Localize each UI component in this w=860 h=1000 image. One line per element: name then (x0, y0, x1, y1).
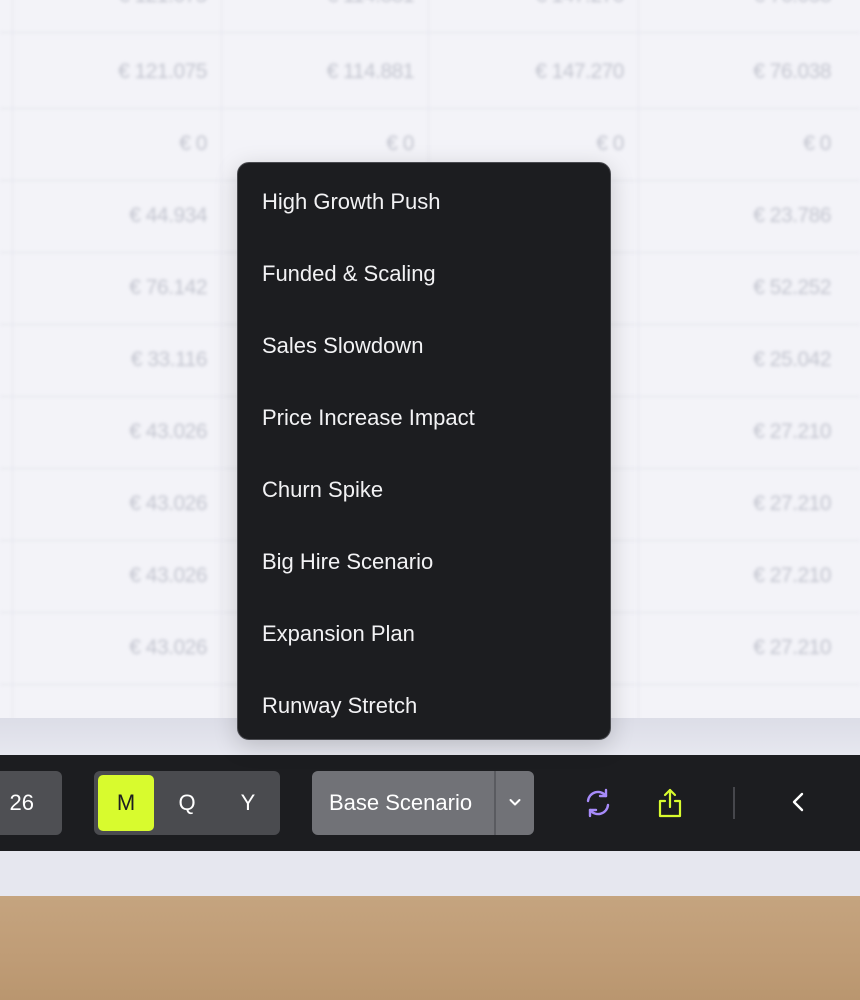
desk-surface (0, 896, 860, 1000)
period-toggle-group: M Q Y (94, 771, 280, 835)
table-cell: € 147.270 (535, 60, 624, 83)
table-cell: € 121.075 (118, 60, 207, 83)
table-cell: € 114.881 (326, 60, 415, 83)
scenario-option[interactable]: High Growth Push (262, 166, 441, 238)
table-cell: € 33.116 (130, 348, 208, 371)
scenario-option[interactable]: Runway Stretch (262, 670, 417, 742)
scenario-option[interactable]: Big Hire Scenario (262, 526, 433, 598)
scenario-option[interactable]: Expansion Plan (262, 598, 415, 670)
table-cell: € 43.026 (129, 564, 207, 587)
share-icon[interactable] (654, 785, 686, 821)
table-cell: € 121.075 (12, 0, 207, 32)
table-cell: € 76.142 (129, 276, 207, 299)
scenario-option[interactable]: Sales Slowdown (262, 310, 423, 382)
refresh-icon[interactable] (582, 785, 614, 821)
table-cell: € 23.786 (753, 204, 831, 227)
scenario-select[interactable]: Base Scenario (312, 771, 534, 835)
table-cell: € 27.210 (753, 420, 831, 443)
chevron-down-icon[interactable] (496, 771, 534, 835)
page-bottom-area (0, 851, 860, 896)
period-quarter-button[interactable]: Q (159, 775, 215, 831)
table-cell: € 76.038 (753, 60, 831, 83)
table-cell: € 25.042 (753, 348, 831, 371)
table-cell: € 43.026 (129, 492, 207, 515)
table-cell: € 27.210 (753, 564, 831, 587)
table-cell: € 44.934 (129, 204, 207, 227)
table-cell: € 43.026 (129, 420, 207, 443)
period-year-button[interactable]: Y (220, 775, 276, 831)
table-cell: € 76.038 (638, 0, 831, 32)
table-cell: € 114.881 (221, 0, 415, 32)
scenario-select-label: Base Scenario (329, 790, 473, 815)
chevron-left-icon[interactable] (782, 785, 814, 821)
table-row: € 121.075 € 114.881 € 147.270 € 76.038 (0, 0, 860, 33)
year-selector[interactable]: 26 (0, 771, 62, 835)
table-row: € 121.075 € 114.881 € 147.270 € 76.038 (0, 36, 860, 109)
table-cell: € 147.270 (428, 0, 624, 32)
toolbar-divider (733, 787, 735, 819)
period-month-button[interactable]: M (98, 775, 154, 831)
table-cell: € 27.210 (753, 636, 831, 659)
scenario-dropdown-menu: High Growth Push Funded & Scaling Sales … (237, 162, 611, 740)
scenario-option[interactable]: Price Increase Impact (262, 382, 475, 454)
scenario-option[interactable]: Churn Spike (262, 454, 383, 526)
table-cell: € 0 (803, 132, 831, 155)
table-cell: € 27.210 (753, 492, 831, 515)
table-cell: € 52.252 (753, 276, 831, 299)
table-cell: € 0 (179, 132, 207, 155)
bottom-toolbar: 26 M Q Y Base Scenario (0, 755, 860, 851)
scenario-option[interactable]: Funded & Scaling (262, 238, 436, 310)
table-cell: € 43.026 (129, 636, 207, 659)
